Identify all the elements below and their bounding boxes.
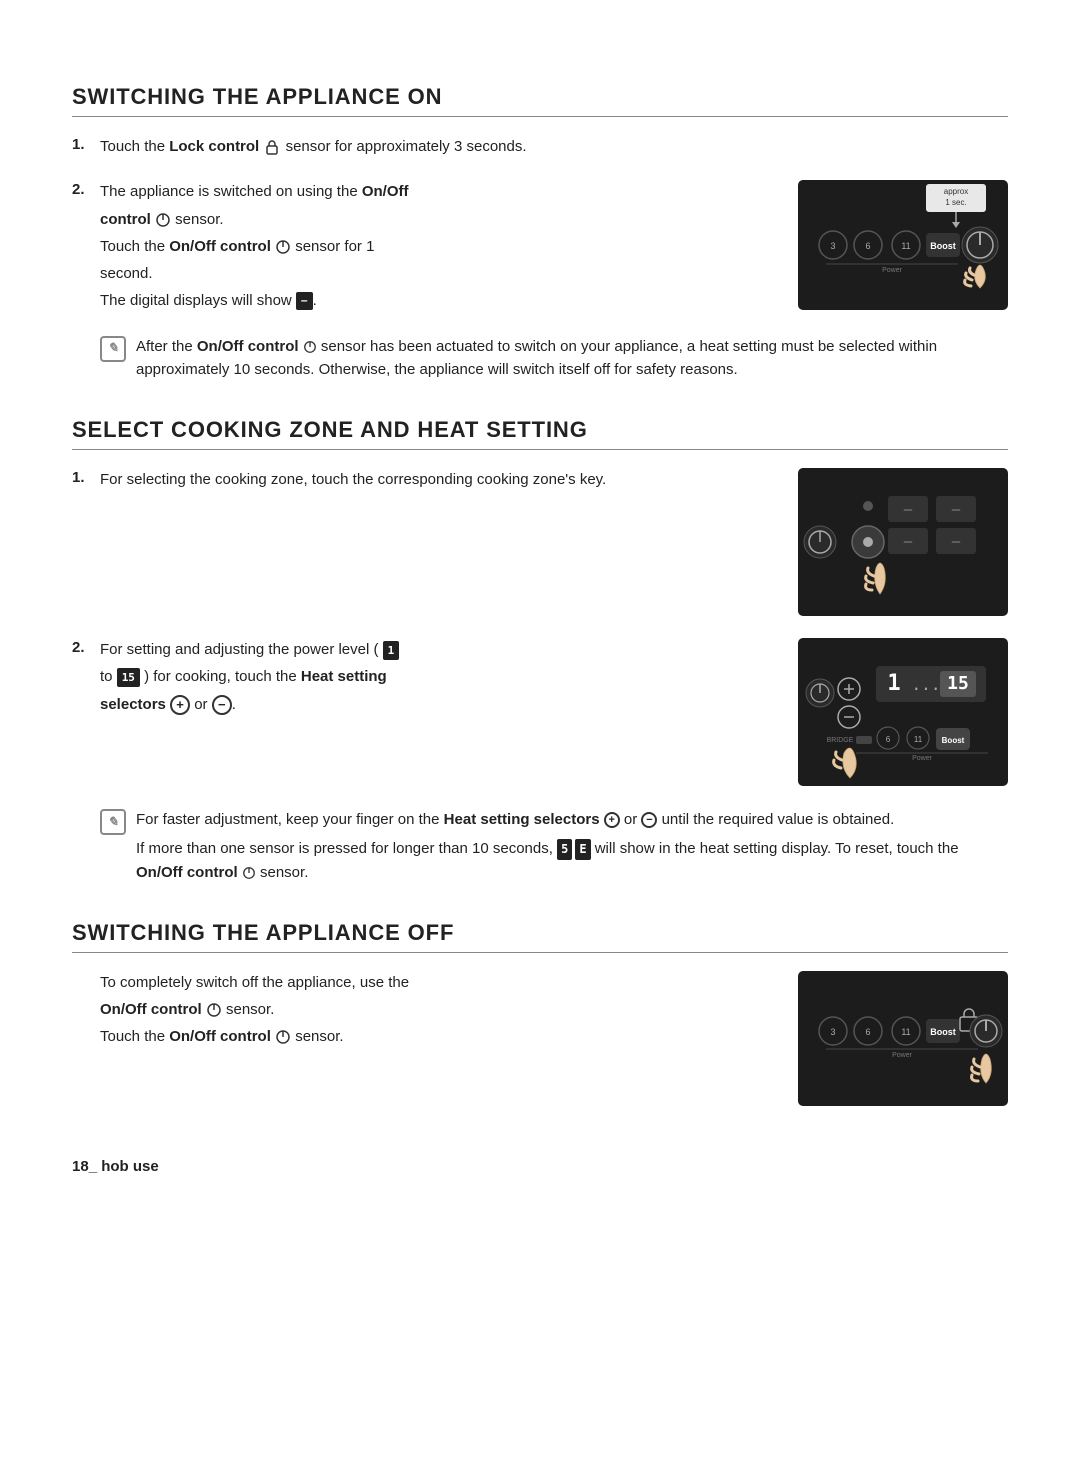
svg-text:–: –: [904, 502, 913, 518]
note2-line2: If more than one sensor is pressed for l…: [136, 837, 1008, 884]
plus-selector-icon: +: [170, 695, 190, 715]
step-cooking-num-2: 2.: [72, 639, 100, 656]
svg-text:3: 3: [830, 1027, 835, 1037]
section-title-switching-off: SWITCHING THE APPLIANCE OFF: [72, 920, 1008, 953]
step-2-line5: The digital displays will show –.: [100, 289, 774, 312]
note-icon-2: ✎: [100, 809, 126, 835]
step-2-line4: second.: [100, 262, 774, 285]
step-switching-on-2: 2. The appliance is switched on using th…: [72, 180, 1008, 316]
power-level-low: 1: [383, 641, 400, 660]
step-2-line1: The appliance is switched on using the O…: [100, 180, 774, 203]
hob-image-switching-off: 3 6 11 Boost Power: [798, 971, 1008, 1110]
step-2-line2: control sensor.: [100, 208, 774, 231]
step-content-2: The appliance is switched on using the O…: [100, 180, 1008, 316]
svg-text:6: 6: [865, 241, 870, 251]
svg-text:1: 1: [887, 671, 900, 696]
hob-image-heat-setting: 1 ... 15 BRIDGE 6 11 Boost: [798, 638, 1008, 790]
hob-svg-4: 3 6 11 Boost Power: [798, 971, 1008, 1106]
step-content-1: Touch the Lock control sensor for approx…: [100, 135, 1008, 162]
hob-image-switching-on: approx 1 sec. 3 6 11 Boost: [798, 180, 1008, 314]
svg-text:1 sec.: 1 sec.: [945, 198, 966, 207]
error-icon-e: E: [575, 839, 590, 860]
plus-icon-note: +: [604, 812, 620, 828]
step-cooking-2-text: For setting and adjusting the power leve…: [100, 638, 774, 720]
step-cooking-1-text: For selecting the cooking zone, touch th…: [100, 468, 774, 495]
step-cooking-2: 2. For setting and adjusting the power l…: [72, 638, 1008, 790]
svg-text:Power: Power: [912, 755, 933, 762]
note-text-1: After the On/Off control sensor has been…: [136, 335, 1008, 382]
hob-svg-3: 1 ... 15 BRIDGE 6 11 Boost: [798, 638, 1008, 786]
step-1-text: Touch the Lock control sensor for approx…: [100, 135, 1008, 158]
svg-text:–: –: [952, 534, 961, 550]
page-number: 18: [72, 1158, 89, 1175]
note-text-2: For faster adjustment, keep your finger …: [136, 808, 1008, 884]
step-switching-on-1: 1. Touch the Lock control sensor for app…: [72, 135, 1008, 162]
footer: 18_ hob use: [72, 1158, 1008, 1175]
power-level-high: 15: [117, 668, 140, 687]
svg-text:6: 6: [865, 1027, 870, 1037]
section-title-cooking-zone: SELECT COOKING ZONE AND HEAT SETTING: [72, 417, 1008, 450]
off-line2: On/Off control sensor.: [100, 998, 774, 1021]
step-cooking-content-2: For setting and adjusting the power leve…: [100, 638, 1008, 790]
display-dash-icon: –: [296, 292, 313, 310]
svg-text:11: 11: [901, 1027, 910, 1037]
minus-icon-note: −: [641, 812, 657, 828]
svg-text:approx: approx: [944, 187, 968, 196]
svg-text:15: 15: [947, 673, 969, 694]
step-2-line3: Touch the On/Off control sensor for 1: [100, 235, 774, 258]
minus-selector-icon: −: [212, 695, 232, 715]
error-icons: 5E: [557, 839, 590, 860]
svg-text:3: 3: [830, 241, 835, 251]
hob-svg-2: – – – –: [798, 468, 1008, 616]
svg-text:Power: Power: [892, 1052, 913, 1059]
svg-text:BRIDGE: BRIDGE: [827, 737, 854, 744]
cooking-step1-line1: For selecting the cooking zone, touch th…: [100, 468, 774, 491]
step-number-2: 2.: [72, 181, 100, 198]
step-off-content: To completely switch off the appliance, …: [100, 971, 1008, 1110]
svg-text:11: 11: [901, 241, 910, 251]
svg-text:11: 11: [914, 735, 923, 744]
svg-text:...: ...: [912, 675, 941, 694]
step-cooking-content-1: For selecting the cooking zone, touch th…: [100, 468, 1008, 620]
note-switching-on: ✎ After the On/Off control sensor has be…: [100, 335, 1008, 382]
step-2-text-block: The appliance is switched on using the O…: [100, 180, 774, 316]
svg-text:–: –: [904, 534, 913, 550]
step-off-text: To completely switch off the appliance, …: [100, 971, 774, 1053]
svg-text:Power: Power: [882, 267, 903, 274]
step-switching-off: To completely switch off the appliance, …: [72, 971, 1008, 1110]
step-number-1: 1.: [72, 136, 100, 153]
off-line3: Touch the On/Off control sensor.: [100, 1025, 774, 1048]
hob-image-cooking-zone: – – – –: [798, 468, 1008, 620]
hob-svg-1: approx 1 sec. 3 6 11 Boost: [798, 180, 1008, 310]
note-cooking-zone: ✎ For faster adjustment, keep your finge…: [100, 808, 1008, 884]
svg-text:6: 6: [886, 735, 891, 744]
cooking-step2-line1: For setting and adjusting the power leve…: [100, 638, 774, 661]
note2-line1: For faster adjustment, keep your finger …: [136, 808, 1008, 831]
step-cooking-1: 1. For selecting the cooking zone, touch…: [72, 468, 1008, 620]
step-cooking-num-1: 1.: [72, 469, 100, 486]
error-icon-5: 5: [557, 839, 572, 860]
svg-text:Boost: Boost: [930, 241, 956, 251]
cooking-step2-line3: selectors + or −.: [100, 693, 774, 716]
svg-text:Boost: Boost: [942, 736, 965, 745]
cooking-step2-line2: to 15 ) for cooking, touch the Heat sett…: [100, 665, 774, 688]
svg-text:–: –: [952, 502, 961, 518]
section-title-switching-on: SWITCHING THE APPLIANCE ON: [72, 84, 1008, 117]
svg-text:Boost: Boost: [930, 1027, 956, 1037]
page-label: _ hob use: [89, 1158, 159, 1175]
off-line1: To completely switch off the appliance, …: [100, 971, 774, 994]
note-icon-1: ✎: [100, 336, 126, 362]
